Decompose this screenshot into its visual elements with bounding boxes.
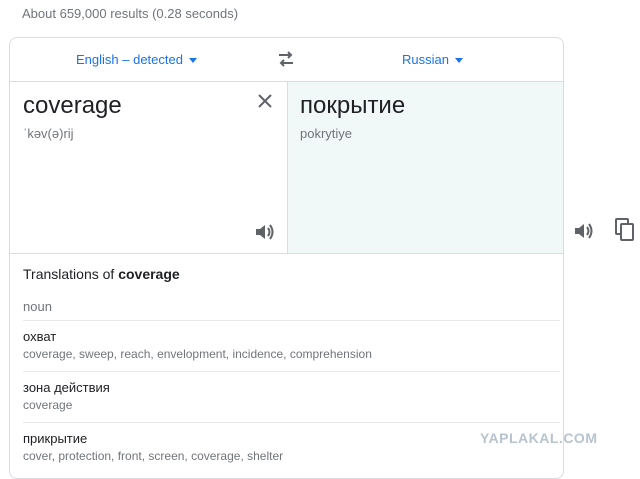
phonetic-text: ˈkəv(ə)rij — [23, 126, 74, 141]
source-pane[interactable]: coverage ˈkəv(ə)rij — [10, 82, 288, 253]
entry-term: прикрытие — [23, 431, 88, 446]
chevron-down-icon — [454, 58, 463, 63]
part-of-speech: noun — [23, 299, 52, 314]
dictionary-entry: охват coverage, sweep, reach, envelopmen… — [23, 320, 560, 361]
speaker-icon[interactable] — [573, 221, 595, 241]
search-result-stats: About 659,000 results (0.28 seconds) — [22, 6, 239, 21]
source-language-select[interactable]: English – detected — [76, 52, 197, 67]
transliteration-text: pokrytiye — [300, 126, 353, 141]
dictionary-title-word: coverage — [118, 266, 180, 282]
target-language-label: Russian — [402, 52, 449, 67]
language-bar: English – detected Russian — [10, 38, 563, 82]
dictionary-title-prefix: Translations of — [23, 266, 119, 282]
swap-arrows-icon[interactable] — [276, 50, 296, 68]
speaker-icon[interactable] — [254, 222, 276, 242]
source-language-label: English – detected — [76, 52, 183, 67]
entry-synonyms: coverage, sweep, reach, envelopment, inc… — [23, 347, 372, 361]
close-icon[interactable] — [256, 92, 274, 110]
entry-synonyms: cover, protection, front, screen, covera… — [23, 449, 284, 463]
dictionary-title: Translations of coverage — [23, 266, 180, 282]
entry-term: охват — [23, 329, 57, 344]
target-language-select[interactable]: Russian — [402, 52, 463, 67]
target-pane: покрытие pokrytiye — [288, 82, 563, 253]
chevron-down-icon — [188, 58, 197, 63]
entry-term: зона действия — [23, 380, 110, 395]
translation-panes: coverage ˈkəv(ə)rij покрытие pokrytiye — [10, 82, 563, 254]
copy-icon[interactable] — [615, 218, 635, 242]
dictionary-entry: зона действия coverage — [23, 371, 560, 412]
entry-synonyms: coverage — [23, 398, 73, 412]
translated-text: покрытие — [300, 92, 406, 119]
translate-card: English – detected Russian coverage ˈkəv… — [9, 37, 564, 479]
dictionary-entry: прикрытие cover, protection, front, scre… — [23, 422, 560, 463]
source-text[interactable]: coverage — [23, 92, 122, 120]
watermark: YAPLAKAL.COM — [480, 430, 598, 446]
